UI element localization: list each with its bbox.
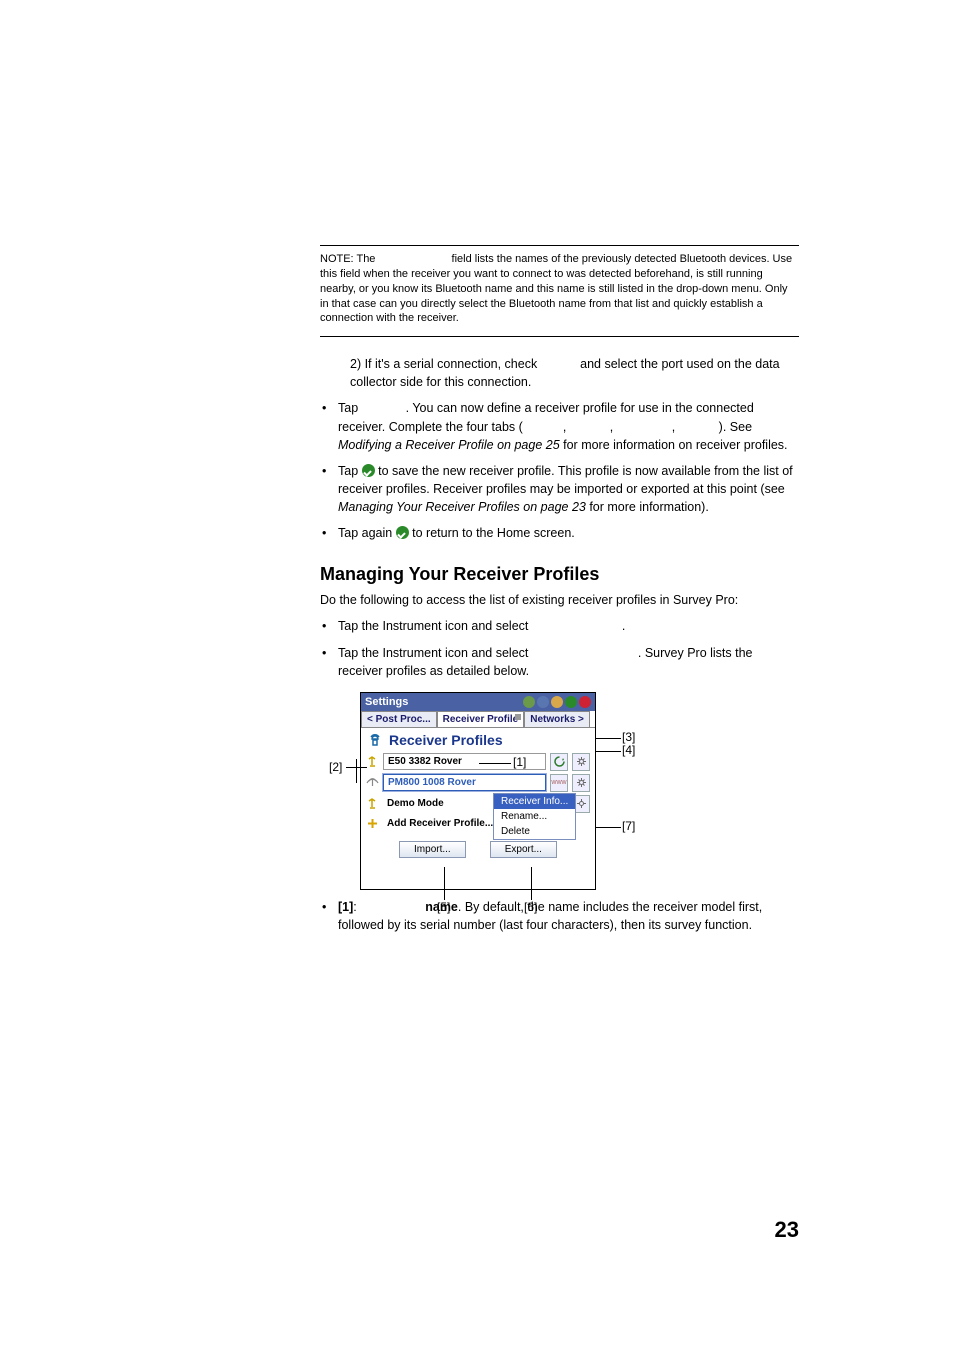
tab-receiver-profile[interactable]: Receiver Profile (437, 711, 525, 727)
tab-networks[interactable]: Networks > (524, 711, 590, 727)
export-button[interactable]: Export... (490, 841, 557, 858)
gear-button[interactable] (572, 774, 590, 792)
bullet-return: Tap again to return to the Home screen. (320, 524, 799, 542)
titlebar: Settings (361, 693, 595, 711)
item-num: [1] (338, 900, 353, 914)
window-title: Settings (365, 696, 408, 708)
plus-icon (366, 817, 379, 830)
page-number: 23 (775, 1217, 799, 1243)
network-antenna-icon (366, 776, 379, 789)
titlebar-icons (523, 696, 591, 708)
text: to save the new receiver profile. This p… (338, 464, 793, 496)
tab-post-proc[interactable]: < Post Proc... (361, 711, 437, 727)
receiver-icon (367, 733, 383, 747)
leader-1 (479, 763, 511, 764)
instructions-list-1: Tap . You can now define a receiver prof… (320, 399, 799, 542)
leader-5 (444, 867, 445, 900)
text: to return to the Home screen. (409, 526, 575, 540)
antenna-icon (366, 797, 379, 810)
text: Tap the Instrument icon and select (338, 619, 532, 633)
leader-3 (595, 738, 621, 739)
content-column: NOTE: The field lists the names of the p… (320, 245, 799, 934)
tab-strip: < Post Proc... Receiver Profile Networks… (361, 711, 595, 728)
keyboard-icon[interactable] (537, 696, 549, 708)
text: Tap again (338, 526, 396, 540)
button-row: Import... Export... (366, 841, 590, 858)
text: Tap (338, 464, 362, 478)
context-menu: Receiver Info... Rename... Delete (493, 793, 576, 840)
text: for more information). (586, 500, 709, 514)
item-strong: name (425, 900, 458, 914)
leader-6 (531, 867, 532, 900)
item-1-description: [1]: name. By default, the name includes… (320, 898, 799, 934)
antenna-icon (366, 755, 379, 768)
step-tap-instrument-2: Tap the Instrument icon and select . Sur… (320, 644, 799, 890)
gear-button[interactable] (572, 753, 590, 771)
panel-header: Receiver Profiles (361, 728, 595, 750)
help-icon[interactable] (523, 696, 535, 708)
caption-7: [7] (622, 819, 635, 833)
profile-label: PM800 1008 Rover (383, 774, 546, 791)
text: . (622, 619, 625, 633)
menu-rename[interactable]: Rename... (494, 809, 575, 824)
section-intro: Do the following to access the list of e… (320, 591, 799, 609)
import-button[interactable]: Import... (399, 841, 466, 858)
caption-1: [1] (513, 755, 526, 769)
menu-receiver-info[interactable]: Receiver Info... (494, 794, 575, 809)
bullet-connect: Tap . You can now define a receiver prof… (320, 399, 799, 453)
leader-4 (595, 751, 621, 752)
leader-2h (356, 759, 357, 783)
step-tap-instrument-1: Tap the Instrument icon and select . (320, 617, 799, 635)
text: Tap (338, 401, 362, 415)
note-prefix: NOTE: The (320, 253, 378, 265)
menu-delete[interactable]: Delete (494, 824, 575, 839)
text: ). See (719, 420, 752, 434)
star-icon[interactable] (551, 696, 563, 708)
note-box: NOTE: The field lists the names of the p… (320, 245, 799, 337)
caption-3: [3] (622, 730, 635, 744)
www-button[interactable]: www (550, 774, 568, 792)
bullet-save: Tap to save the new receiver profile. Th… (320, 462, 799, 516)
link-text: Managing Your Receiver Profiles on page … (338, 500, 586, 514)
note-text: field lists the names of the previously … (320, 253, 792, 324)
text: for more information on receiver profile… (560, 438, 788, 452)
profile-row-2[interactable]: PM800 1008 Rover www (366, 774, 590, 792)
ok-icon[interactable] (565, 696, 577, 708)
section-heading: Managing Your Receiver Profiles (320, 564, 799, 585)
document-page: NOTE: The field lists the names of the p… (0, 0, 954, 1351)
text: . You can now define a receiver profile … (338, 401, 754, 433)
caption-4: [4] (622, 743, 635, 757)
leader-7 (595, 827, 621, 828)
app-window: Settings < Post Proc... Receive (360, 692, 596, 890)
text: , (563, 420, 570, 434)
close-icon[interactable] (579, 696, 591, 708)
text: : (353, 900, 360, 914)
checkmark-icon (396, 526, 409, 539)
item-rest: . By default, the name includes the rece… (338, 900, 762, 932)
serial-prefix: 2) If it's a serial connection, check (350, 357, 541, 371)
profile-row-1[interactable]: E50 3382 Rover (366, 753, 590, 771)
text: Tap the Instrument icon and select (338, 646, 532, 660)
screenshot-figure: Settings < Post Proc... Receive (346, 692, 606, 890)
recycle-button[interactable] (550, 753, 568, 771)
text: , (672, 420, 679, 434)
caption-2: [2] (329, 760, 342, 774)
profile-label: Demo Mode (383, 796, 471, 811)
checkmark-icon (362, 464, 375, 477)
panel-title: Receiver Profiles (389, 732, 503, 748)
serial-paragraph: 2) If it's a serial connection, check an… (350, 355, 799, 391)
text: , (610, 420, 617, 434)
link-text: Modifying a Receiver Profile on page 25 (338, 438, 560, 452)
instructions-list-2: Tap the Instrument icon and select . Tap… (320, 617, 799, 934)
